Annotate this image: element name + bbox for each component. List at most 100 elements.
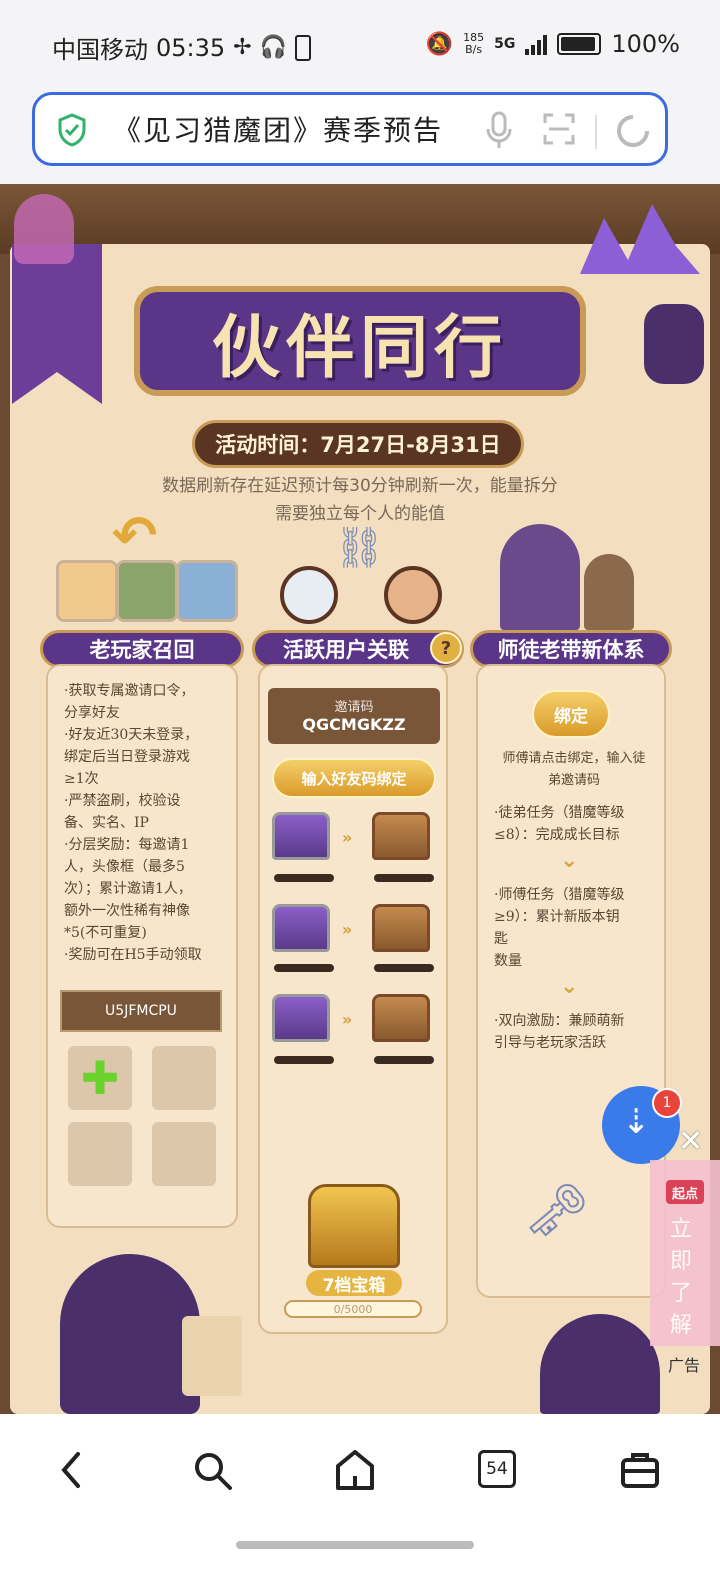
side-ad[interactable]: 起点 立 即 了 解 — [650, 1160, 720, 1346]
task-line: 匙 — [494, 931, 508, 947]
web-content: 伙伴同行 活动时间：7月27日-8月31日 数据刷新存在延迟预计每30分钟刷新一… — [0, 184, 720, 1414]
student-illustration — [584, 554, 634, 630]
rule-line: 额外一次性稀有神像 — [64, 903, 190, 919]
signal-icon — [525, 33, 548, 55]
rule-line: ≥1次 — [64, 771, 99, 787]
main-title: 伙伴同行 — [211, 308, 508, 388]
chest-progress-bar — [274, 1056, 334, 1064]
close-ad-button[interactable]: ✕ — [678, 1124, 712, 1159]
recall-rules: ·获取专属邀请口令， 分享好友 ·好友近30天未登录， 绑定后当日登录游戏 ≥1… — [64, 680, 234, 966]
dual-incentive: ·双向激励：兼顾萌新 引导与老玩家活跃 — [494, 1010, 662, 1054]
chest-progress-text: 0/5000 — [333, 1302, 373, 1316]
headphone-icon: 🎧 — [259, 35, 288, 60]
bind-friend-code-label: 输入好友码绑定 — [301, 769, 407, 788]
fan-icon: ✢ — [233, 35, 252, 60]
chest-progress-bar — [274, 874, 334, 882]
mentor-header: 师徒老带新体系 — [470, 630, 672, 668]
avatar-cat — [280, 566, 338, 624]
reward-chest-icon[interactable] — [372, 812, 430, 860]
back-icon[interactable] — [54, 1450, 90, 1490]
refresh-notice: 数据刷新存在延迟预计每30分钟刷新一次，能量拆分需要独立每个人的能值 — [162, 476, 558, 524]
rule-line: 绑定后当日登录游戏 — [64, 749, 190, 765]
tabs-button[interactable]: 54 — [478, 1450, 516, 1488]
reward-chest-icon[interactable] — [372, 994, 430, 1042]
rule-line: 人，头像框（最多5 — [64, 859, 185, 875]
invite-code-label: 邀请码 — [334, 700, 374, 715]
task-line: ≥9）：累计新版本钥 — [494, 909, 620, 925]
friend-slot[interactable] — [152, 1046, 216, 1110]
task-line: 数量 — [494, 953, 522, 969]
chest-progress-bar — [374, 964, 434, 972]
help-glyph: ? — [440, 637, 452, 659]
address-bar[interactable]: 《见习猎魔团》赛季预告 — [32, 92, 668, 166]
notification-badge: 1 — [652, 1088, 682, 1118]
microphone-icon[interactable] — [483, 111, 515, 151]
chest-progress-bar — [374, 874, 434, 882]
ad-char: 立 — [670, 1217, 693, 1242]
rule-line: ·严禁盗刷，校验设 — [64, 793, 181, 809]
task-line: ≤8）：完成成长目标 — [494, 827, 620, 843]
double-arrow-icon: » — [342, 828, 353, 847]
recall-code-box[interactable]: U5JFMCPU — [60, 990, 222, 1032]
scan-icon[interactable] — [541, 111, 577, 147]
net-speed-unit: B/s — [465, 43, 483, 56]
status-bar: 中国移动 05:35 ✢ 🎧 🔕 185 B/s 5G 100% — [0, 0, 720, 90]
main-title-plate: 伙伴同行 — [134, 286, 586, 396]
reload-icon[interactable] — [613, 111, 653, 151]
reward-chest-icon[interactable] — [372, 904, 430, 952]
bind-friend-code-button[interactable]: 输入好友码绑定 — [272, 758, 436, 798]
friend-slot[interactable] — [152, 1122, 216, 1186]
double-arrow-icon: » — [342, 1010, 353, 1029]
friend-slot[interactable] — [68, 1122, 132, 1186]
avatar-dog — [56, 560, 118, 622]
chest-progress: 0/5000 — [284, 1300, 422, 1318]
recall-header: 老玩家召回 — [40, 630, 244, 668]
battery-small-icon — [295, 34, 312, 61]
carrier: 中国移动 — [52, 36, 148, 64]
invite-code-box[interactable]: 邀请码 QGCMGKZZ — [268, 688, 440, 744]
home-icon[interactable] — [334, 1448, 376, 1492]
clock: 05:35 — [156, 33, 226, 62]
lantern-decoration — [644, 304, 704, 384]
mentor-task: ·师傅任务（猎魔等级 ≥9）：累计新版本钥 匙 数量 — [494, 884, 662, 972]
toolbox-icon[interactable] — [620, 1450, 660, 1490]
return-arrow-icon: ↶ — [112, 504, 158, 567]
network-type: 5G — [494, 36, 516, 52]
rule-line: 分享好友 — [64, 705, 120, 721]
avatar-dragon — [176, 560, 238, 622]
big-treasure-chest-icon[interactable] — [308, 1184, 400, 1268]
search-icon[interactable] — [192, 1450, 234, 1492]
chest-progress-bar — [374, 1056, 434, 1064]
avatar-heroes — [116, 560, 178, 622]
help-icon[interactable]: ? — [430, 632, 462, 664]
recall-code: U5JFMCPU — [105, 1003, 177, 1019]
intro-line: 弟邀请码 — [547, 773, 600, 788]
home-indicator — [236, 1541, 474, 1549]
rule-line: 次）；累计邀请1人， — [64, 881, 192, 897]
ad-char: 解 — [670, 1313, 693, 1338]
chevron-down-icon: ⌄ — [560, 848, 579, 873]
ad-label: 广告 — [668, 1352, 700, 1376]
net-speed: 185 B/s — [463, 32, 484, 56]
double-arrow-icon: » — [342, 920, 353, 939]
bottom-nav: 54 — [0, 1414, 720, 1585]
mentor-header-label: 师徒老带新体系 — [497, 638, 645, 662]
mentor-bind-button[interactable]: 绑定 — [532, 690, 610, 738]
rule-line: ·好友近30天未登录， — [64, 727, 199, 743]
task-line: ·徒弟任务（猎魔等级 — [494, 805, 625, 821]
chevron-down-icon: ⌄ — [560, 974, 579, 999]
add-friend-slot[interactable]: ✚ — [68, 1046, 132, 1110]
task-line: ·师傅任务（猎魔等级 — [494, 887, 625, 903]
locked-chest-icon — [272, 812, 330, 860]
keys-icon: 🗝 — [524, 1181, 591, 1241]
apprentice-task: ·徒弟任务（猎魔等级 ≤8）：完成成长目标 — [494, 802, 662, 846]
locked-chest-icon — [272, 994, 330, 1042]
plus-icon: ✚ — [80, 1051, 120, 1105]
locked-chest-icon — [272, 904, 330, 952]
rule-line: *5(不可重复) — [64, 925, 147, 941]
close-icon: ✕ — [678, 1124, 704, 1159]
active-header-label: 活跃用户关联 — [283, 638, 409, 662]
task-line: ·双向激励：兼顾萌新 — [494, 1013, 625, 1029]
chest-title-plate: 7档宝箱 — [306, 1270, 402, 1296]
ad-tag-label: 起点 — [671, 1186, 698, 1202]
